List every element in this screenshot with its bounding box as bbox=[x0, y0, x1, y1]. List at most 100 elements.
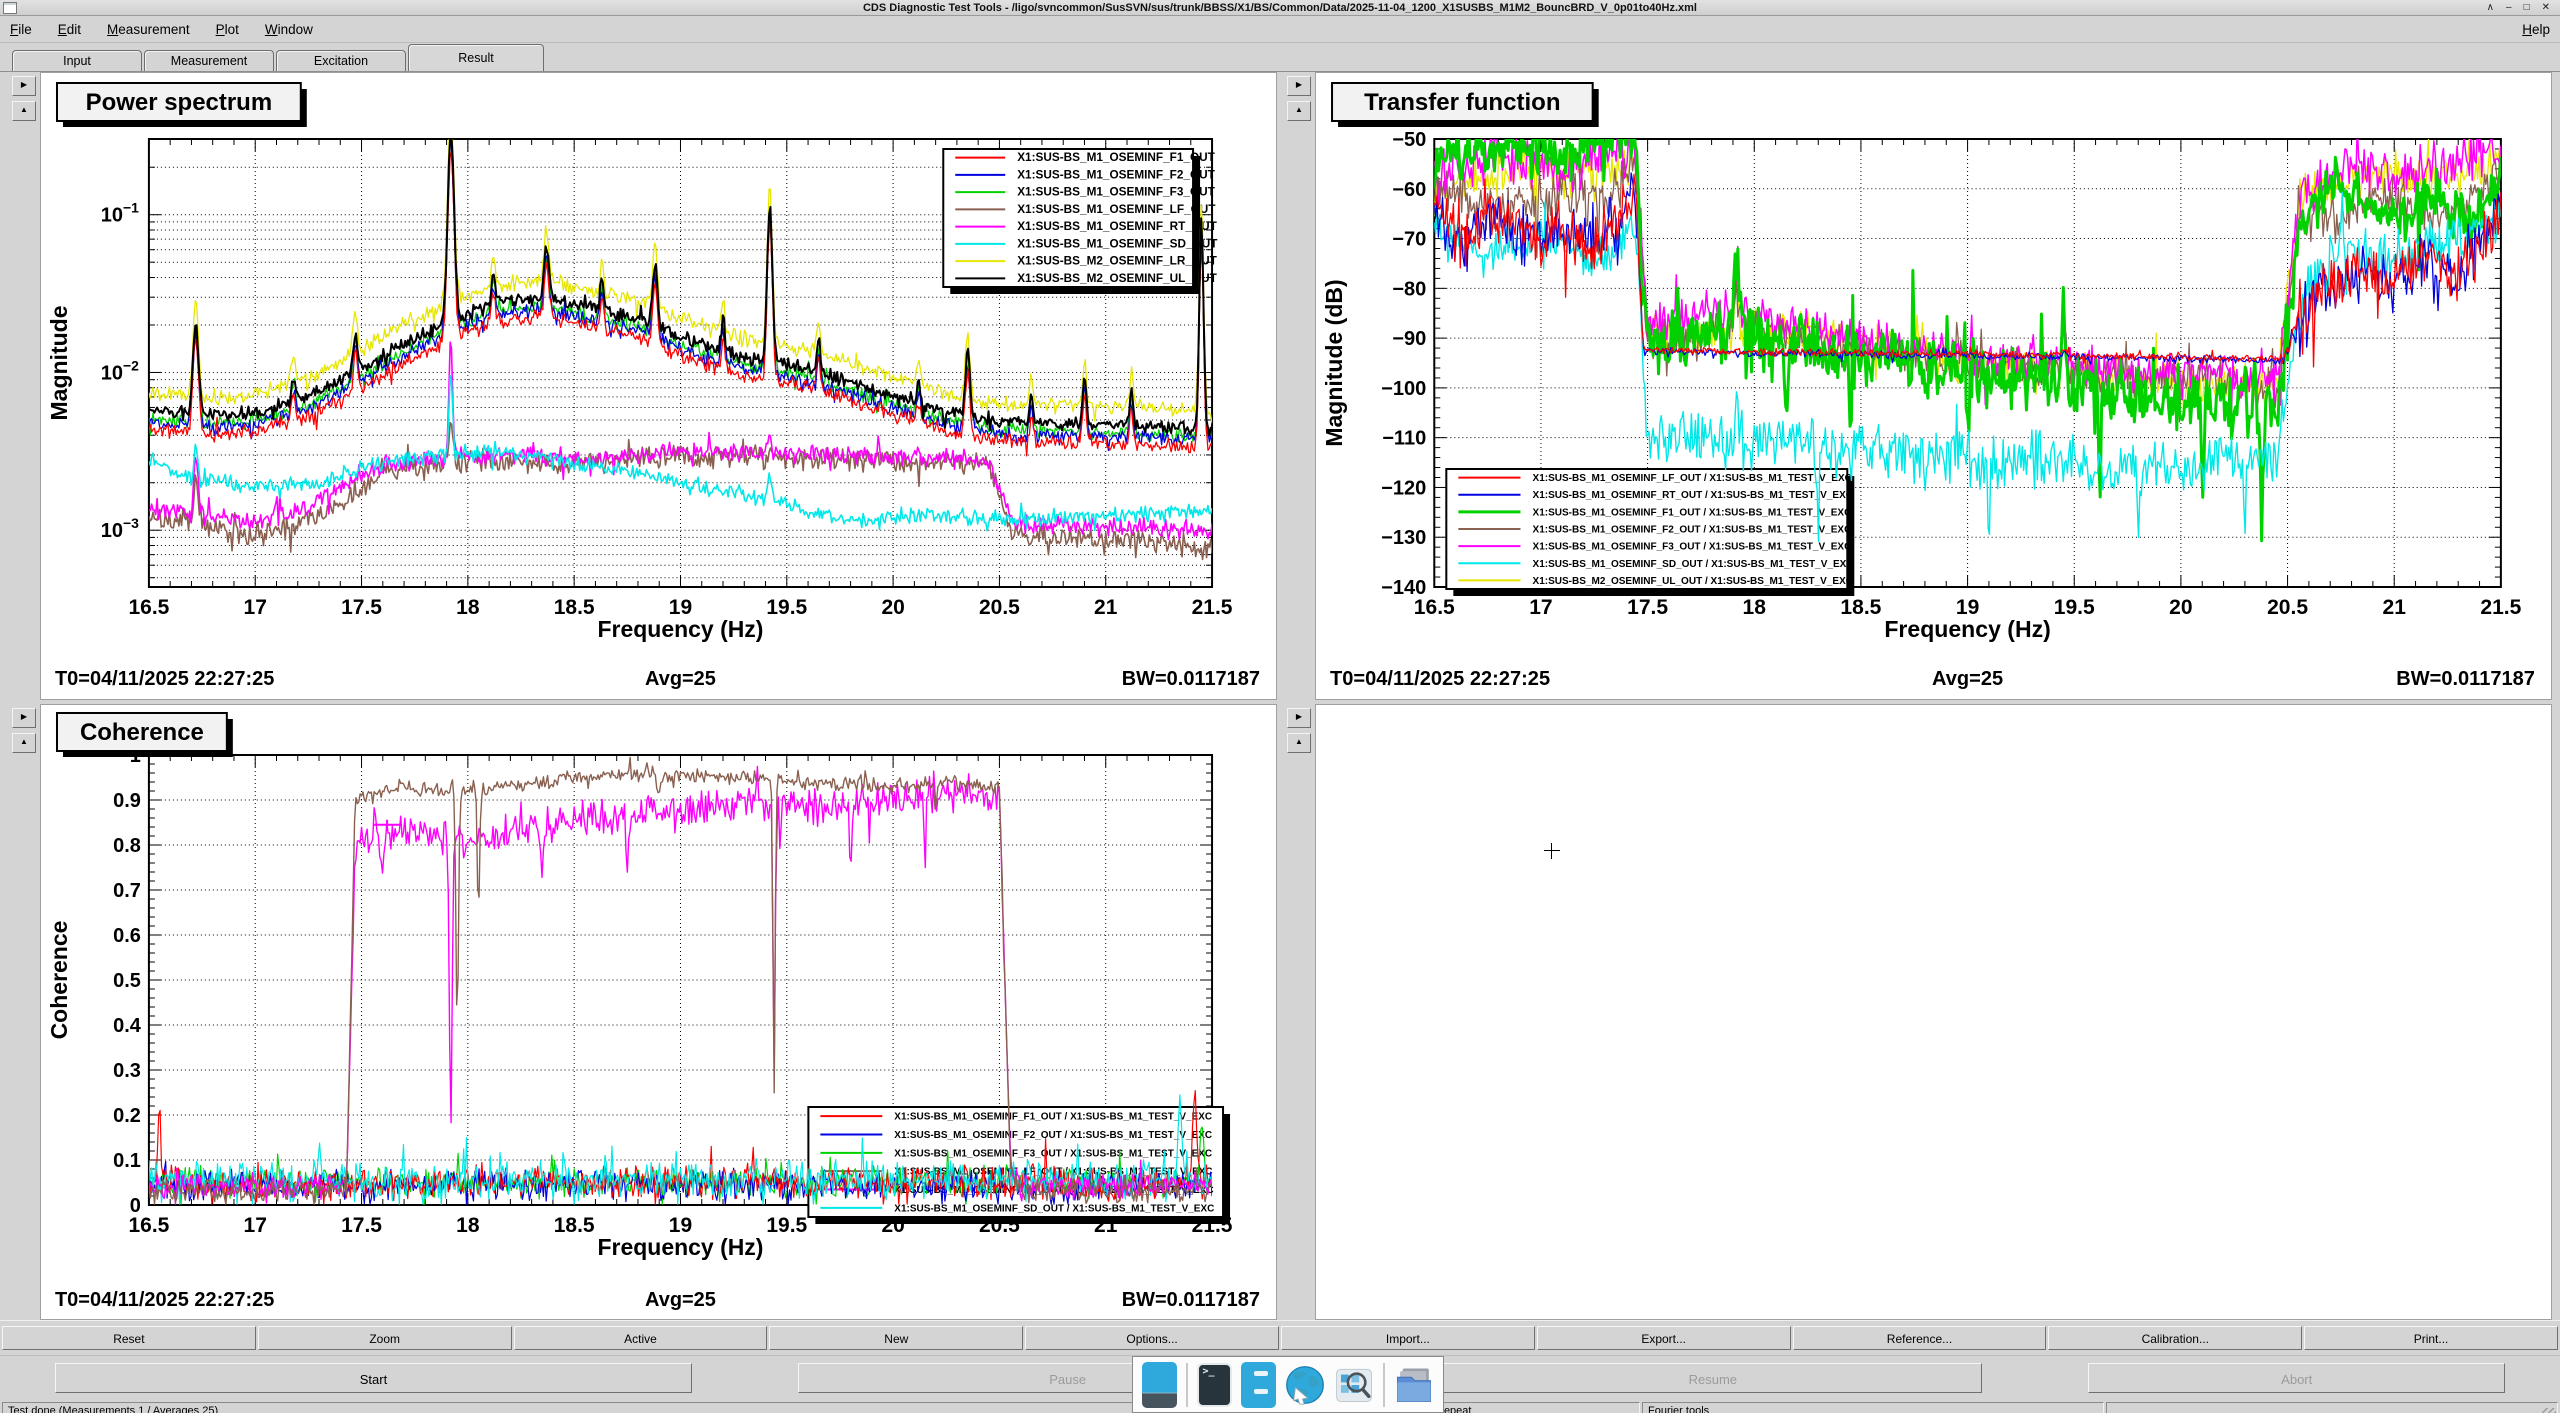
tab-result[interactable]: Result bbox=[408, 44, 544, 71]
svg-text:X1:SUS-BS_M2_OSEMINF_UL_OUT /: X1:SUS-BS_M2_OSEMINF_UL_OUT / X1:SUS-BS_… bbox=[1533, 576, 1853, 587]
svg-text:18: 18 bbox=[456, 596, 480, 619]
export-button[interactable]: Export... bbox=[1537, 1326, 1791, 1350]
menu-measurement[interactable]: Measurement bbox=[107, 22, 190, 37]
close-button[interactable]: ✕ bbox=[2542, 3, 2550, 13]
window-controls: ∧ – □ ✕ bbox=[2487, 3, 2560, 13]
coherence-canvas: 16.51717.51818.51919.52020.52121.510.90.… bbox=[40, 704, 1277, 1320]
resize-grip[interactable] bbox=[2542, 1408, 2556, 1413]
file-cabinet-icon[interactable] bbox=[1241, 1362, 1276, 1408]
svg-text:0: 0 bbox=[130, 1195, 141, 1217]
folder-icon[interactable] bbox=[1394, 1362, 1434, 1408]
svg-text:19.5: 19.5 bbox=[2054, 596, 2095, 619]
menu-edit[interactable]: Edit bbox=[58, 22, 81, 37]
window-title: CDS Diagnostic Test Tools - /ligo/svncom… bbox=[0, 2, 2560, 14]
svg-text:−80: −80 bbox=[1392, 278, 1426, 300]
pane-expand-up-button[interactable]: ▲ bbox=[12, 101, 36, 121]
svg-text:X1:SUS-BS_M1_OSEMINF_LF_OUT: X1:SUS-BS_M1_OSEMINF_LF_OUT bbox=[1017, 203, 1216, 216]
tab-bar: Input Measurement Excitation Result bbox=[0, 43, 2560, 71]
svg-text:Coherence: Coherence bbox=[46, 921, 72, 1040]
minimize-button[interactable]: – bbox=[2506, 3, 2512, 13]
svg-text:10−1: 10−1 bbox=[101, 200, 139, 227]
pane-controls: ▶ ▲ bbox=[1283, 72, 1315, 700]
power-spectrum-chart[interactable]: 16.51717.51818.51919.52020.52121.510−310… bbox=[41, 73, 1276, 699]
svg-text:X1:SUS-BS_M1_OSEMINF_RT_OUT: X1:SUS-BS_M1_OSEMINF_RT_OUT bbox=[1017, 220, 1217, 233]
print-button[interactable]: Print... bbox=[2304, 1326, 2558, 1350]
app-window: CDS Diagnostic Test Tools - /ligo/svncom… bbox=[0, 0, 2560, 1413]
browser-globe-icon[interactable] bbox=[1285, 1362, 1325, 1408]
svg-text:21: 21 bbox=[1094, 596, 1118, 619]
svg-text:−130: −130 bbox=[1381, 527, 1426, 549]
menubar: File Edit Measurement Plot Window Help bbox=[0, 16, 2560, 43]
start-button[interactable]: Start bbox=[55, 1363, 692, 1393]
plot-grid: ▶ ▲ 16.51717.51818.51919.52020.52121.510… bbox=[0, 71, 2560, 1320]
menu-help[interactable]: Help bbox=[2522, 22, 2550, 37]
svg-text:Frequency (Hz): Frequency (Hz) bbox=[598, 1234, 764, 1260]
import-button[interactable]: Import... bbox=[1281, 1326, 1535, 1350]
svg-text:T0=04/11/2025 22:27:25: T0=04/11/2025 22:27:25 bbox=[55, 668, 274, 690]
active-button[interactable]: Active bbox=[514, 1326, 768, 1350]
tab-measurement[interactable]: Measurement bbox=[144, 50, 274, 71]
window-switcher-icon[interactable] bbox=[1142, 1362, 1177, 1408]
svg-text:Avg=25: Avg=25 bbox=[645, 668, 716, 690]
svg-text:16.5: 16.5 bbox=[1414, 596, 1455, 619]
pane-expand-right-button[interactable]: ▶ bbox=[1287, 76, 1311, 96]
desktop-dock: >_ bbox=[1132, 1356, 1444, 1413]
svg-text:10−2: 10−2 bbox=[101, 357, 139, 384]
shade-button[interactable]: ∧ bbox=[2487, 3, 2494, 13]
new-button[interactable]: New bbox=[769, 1326, 1023, 1350]
menu-window[interactable]: Window bbox=[265, 22, 313, 37]
options-button[interactable]: Options... bbox=[1025, 1326, 1279, 1350]
pane-expand-right-button[interactable]: ▶ bbox=[1287, 708, 1311, 728]
status-repeat: Repeat bbox=[1430, 1402, 1640, 1413]
calibration-button[interactable]: Calibration... bbox=[2048, 1326, 2302, 1350]
svg-text:T0=04/11/2025 22:27:25: T0=04/11/2025 22:27:25 bbox=[1330, 668, 1550, 690]
svg-text:−110: −110 bbox=[1382, 428, 1426, 450]
svg-text:X1:SUS-BS_M1_OSEMINF_F3_OUT /: X1:SUS-BS_M1_OSEMINF_F3_OUT / X1:SUS-BS_… bbox=[1533, 542, 1852, 553]
search-icon[interactable] bbox=[1334, 1362, 1374, 1408]
abort-button: Abort bbox=[2088, 1363, 2505, 1393]
pane-expand-up-button[interactable]: ▲ bbox=[1287, 733, 1311, 753]
reset-button[interactable]: Reset bbox=[2, 1326, 256, 1350]
pane-controls: ▶ ▲ bbox=[8, 72, 40, 700]
maximize-button[interactable]: □ bbox=[2524, 3, 2530, 13]
menu-plot[interactable]: Plot bbox=[216, 22, 239, 37]
tab-input[interactable]: Input bbox=[12, 50, 142, 71]
svg-text:0.1: 0.1 bbox=[113, 1150, 141, 1172]
svg-text:X1:SUS-BS_M1_OSEMINF_F2_OUT: X1:SUS-BS_M1_OSEMINF_F2_OUT bbox=[1017, 168, 1215, 181]
reference-button[interactable]: Reference... bbox=[1793, 1326, 2047, 1350]
svg-text:21.5: 21.5 bbox=[2480, 596, 2521, 619]
terminal-icon[interactable]: >_ bbox=[1197, 1363, 1233, 1407]
menu-file[interactable]: File bbox=[10, 22, 32, 37]
svg-text:X1:SUS-BS_M1_OSEMINF_F2_OUT /: X1:SUS-BS_M1_OSEMINF_F2_OUT / X1:SUS-BS_… bbox=[1533, 525, 1852, 536]
pane-expand-right-button[interactable]: ▶ bbox=[12, 76, 36, 96]
svg-text:20: 20 bbox=[2169, 596, 2192, 619]
svg-text:17: 17 bbox=[244, 596, 267, 619]
pane-expand-up-button[interactable]: ▲ bbox=[12, 733, 36, 753]
svg-text:X1:SUS-BS_M1_OSEMINF_F2_OUT /: X1:SUS-BS_M1_OSEMINF_F2_OUT / X1:SUS-BS_… bbox=[894, 1130, 1212, 1141]
coherence-chart[interactable]: 16.51717.51818.51919.52020.52121.510.90.… bbox=[41, 705, 1276, 1319]
svg-text:−100: −100 bbox=[1381, 378, 1426, 400]
svg-text:Transfer function: Transfer function bbox=[1364, 89, 1560, 116]
power-spectrum-canvas: 16.51717.51818.51919.52020.52121.510−310… bbox=[40, 72, 1277, 700]
svg-text:−60: −60 bbox=[1392, 179, 1426, 201]
svg-text:21: 21 bbox=[2383, 596, 2407, 619]
svg-text:−90: −90 bbox=[1392, 328, 1426, 350]
zoom-button[interactable]: Zoom bbox=[258, 1326, 512, 1350]
svg-text:17: 17 bbox=[1529, 596, 1552, 619]
svg-text:19.5: 19.5 bbox=[766, 1214, 807, 1237]
svg-text:0.2: 0.2 bbox=[113, 1105, 141, 1127]
svg-text:X1:SUS-BS_M2_OSEMINF_LR_OUT: X1:SUS-BS_M2_OSEMINF_LR_OUT bbox=[1017, 255, 1217, 268]
svg-text:18.5: 18.5 bbox=[1840, 596, 1881, 619]
svg-text:20.5: 20.5 bbox=[979, 596, 1020, 619]
pane-expand-up-button[interactable]: ▲ bbox=[1287, 101, 1311, 121]
svg-text:−70: −70 bbox=[1392, 229, 1426, 251]
transfer-function-chart[interactable]: 16.51717.51818.51919.52020.52121.5−50−60… bbox=[1316, 73, 2551, 699]
svg-text:Magnitude (dB): Magnitude (dB) bbox=[1321, 279, 1347, 446]
svg-text:Magnitude: Magnitude bbox=[46, 306, 72, 421]
svg-text:17.5: 17.5 bbox=[341, 1214, 382, 1237]
pane-expand-right-button[interactable]: ▶ bbox=[12, 708, 36, 728]
svg-text:18.5: 18.5 bbox=[554, 596, 595, 619]
svg-text:Avg=25: Avg=25 bbox=[1932, 668, 2003, 690]
empty-plot-canvas[interactable] bbox=[1315, 704, 2552, 1320]
tab-excitation[interactable]: Excitation bbox=[276, 50, 406, 71]
